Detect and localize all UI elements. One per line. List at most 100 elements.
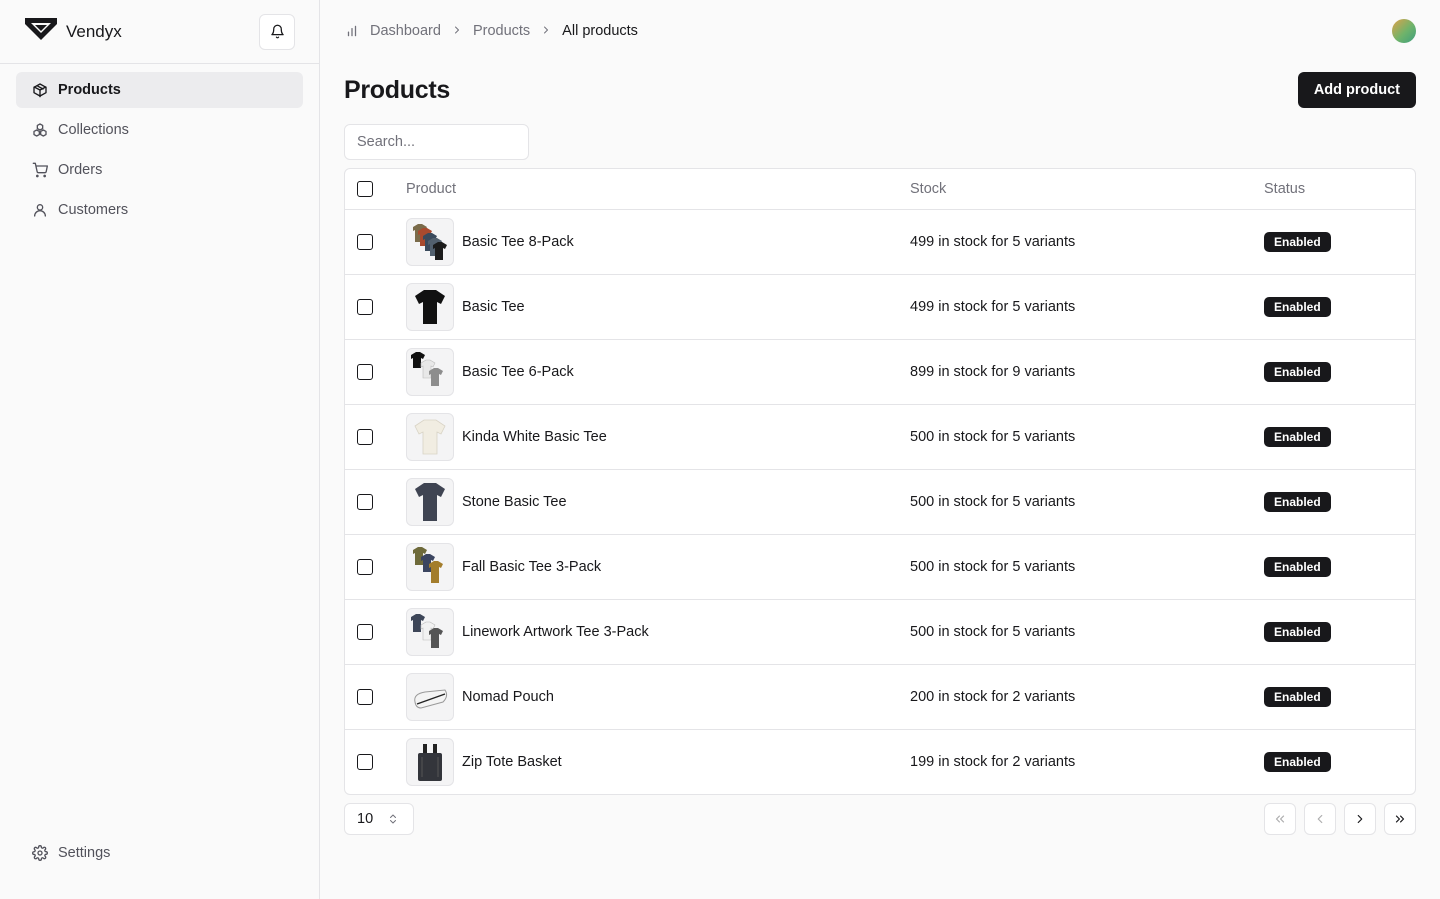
sidebar-item-label: Customers	[58, 202, 129, 218]
product-cell: Basic Tee 6-Pack	[406, 339, 910, 405]
stock-cell: 499 in stock for 5 variants	[910, 274, 1264, 340]
product-name[interactable]: Basic Tee 8-Pack	[462, 234, 574, 250]
status-cell: Enabled	[1264, 664, 1415, 730]
previous-page-button[interactable]	[1304, 803, 1336, 835]
pagination	[1264, 803, 1416, 835]
table-row[interactable]: Basic Tee 499 in stock for 5 variants En…	[345, 274, 1415, 340]
table-row[interactable]: Fall Basic Tee 3-Pack 500 in stock for 5…	[345, 534, 1415, 600]
search-input[interactable]	[344, 124, 529, 160]
chevron-left-icon	[1312, 811, 1328, 827]
product-name[interactable]: Fall Basic Tee 3-Pack	[462, 559, 601, 575]
row-checkbox[interactable]	[357, 428, 373, 445]
first-page-button[interactable]	[1264, 803, 1296, 835]
status-cell: Enabled	[1264, 729, 1415, 794]
table-row[interactable]: Nomad Pouch 200 in stock for 2 variants …	[345, 664, 1415, 730]
breadcrumb-dashboard[interactable]: Dashboard	[370, 23, 441, 39]
table-row[interactable]: Linework Artwork Tee 3-Pack 500 in stock…	[345, 599, 1415, 665]
column-header-status[interactable]: Status	[1264, 169, 1415, 210]
table-row[interactable]: Stone Basic Tee 500 in stock for 5 varia…	[345, 469, 1415, 535]
add-product-button[interactable]: Add product	[1297, 72, 1416, 108]
sidebar-header: Vendyx	[0, 0, 319, 64]
collections-icon	[32, 122, 48, 138]
product-thumbnail	[406, 412, 454, 461]
product-cell: Basic Tee	[406, 274, 910, 340]
row-checkbox[interactable]	[357, 753, 373, 770]
stock-cell: 500 in stock for 5 variants	[910, 534, 1264, 600]
product-name[interactable]: Stone Basic Tee	[462, 494, 567, 510]
app-name: Vendyx	[66, 21, 122, 41]
cart-icon	[32, 162, 48, 178]
product-cell: Linework Artwork Tee 3-Pack	[406, 599, 910, 665]
row-checkbox[interactable]	[357, 558, 373, 575]
product-name[interactable]: Zip Tote Basket	[462, 754, 562, 770]
product-name[interactable]: Kinda White Basic Tee	[462, 429, 607, 445]
product-name[interactable]: Nomad Pouch	[462, 689, 554, 705]
next-page-button[interactable]	[1344, 803, 1376, 835]
brand[interactable]: Vendyx	[24, 17, 122, 46]
row-check-cell	[345, 664, 406, 730]
status-badge: Enabled	[1264, 296, 1331, 317]
sidebar-item-products[interactable]: Products	[16, 72, 303, 108]
row-check-cell	[345, 339, 406, 405]
status-badge: Enabled	[1264, 751, 1331, 772]
row-check-cell	[345, 599, 406, 665]
product-thumbnail	[406, 347, 454, 396]
sidebar-item-collections[interactable]: Collections	[16, 112, 303, 148]
gear-icon	[32, 845, 48, 861]
avatar[interactable]	[1392, 19, 1416, 43]
breadcrumb: Dashboard Products All products	[344, 23, 638, 39]
sidebar-item-customers[interactable]: Customers	[16, 192, 303, 228]
chevrons-up-down-icon	[385, 811, 401, 827]
table-row[interactable]: Basic Tee 8-Pack 499 in stock for 5 vari…	[345, 209, 1415, 275]
product-name[interactable]: Basic Tee	[462, 299, 525, 315]
column-header-stock[interactable]: Stock	[910, 169, 1264, 210]
vendyx-logo-icon	[24, 17, 58, 46]
row-check-cell	[345, 729, 406, 794]
table-row[interactable]: Basic Tee 6-Pack 899 in stock for 9 vari…	[345, 339, 1415, 405]
sidebar: Vendyx Products Collections Orders Custo…	[0, 0, 320, 899]
page-size-select[interactable]: 10	[344, 803, 414, 835]
breadcrumb-current: All products	[562, 23, 638, 39]
sidebar-nav: Products Collections Orders Customers	[0, 64, 319, 240]
product-cell: Fall Basic Tee 3-Pack	[406, 534, 910, 600]
notifications-button[interactable]	[259, 13, 295, 50]
sidebar-item-label: Collections	[58, 122, 129, 138]
table-header-row: Product Stock Status	[345, 169, 1415, 210]
chevrons-left-icon	[1272, 811, 1288, 827]
product-name[interactable]: Linework Artwork Tee 3-Pack	[462, 624, 649, 640]
column-header-product[interactable]: Product	[406, 169, 910, 210]
stock-cell: 500 in stock for 5 variants	[910, 599, 1264, 665]
row-checkbox[interactable]	[357, 233, 373, 250]
status-cell: Enabled	[1264, 339, 1415, 405]
row-checkbox[interactable]	[357, 623, 373, 640]
status-cell: Enabled	[1264, 534, 1415, 600]
sidebar-item-orders[interactable]: Orders	[16, 152, 303, 188]
select-all-checkbox[interactable]	[357, 180, 373, 197]
product-name[interactable]: Basic Tee 6-Pack	[462, 364, 574, 380]
status-badge: Enabled	[1264, 361, 1331, 382]
breadcrumb-products[interactable]: Products	[473, 23, 530, 39]
select-all-cell	[345, 169, 406, 210]
row-checkbox[interactable]	[357, 493, 373, 510]
table-row[interactable]: Kinda White Basic Tee 500 in stock for 5…	[345, 404, 1415, 470]
status-cell: Enabled	[1264, 469, 1415, 535]
package-icon	[32, 82, 48, 98]
page-title: Products	[344, 75, 450, 104]
row-checkbox[interactable]	[357, 363, 373, 380]
row-check-cell	[345, 469, 406, 535]
main-content: Dashboard Products All products Products…	[320, 0, 1440, 899]
sidebar-item-label: Settings	[58, 845, 111, 861]
stock-cell: 500 in stock for 5 variants	[910, 469, 1264, 535]
status-badge: Enabled	[1264, 491, 1331, 512]
status-badge: Enabled	[1264, 686, 1331, 707]
last-page-button[interactable]	[1384, 803, 1416, 835]
topbar: Dashboard Products All products	[344, 0, 1416, 62]
sidebar-item-label: Products	[58, 82, 121, 98]
sidebar-item-settings[interactable]: Settings	[16, 835, 303, 871]
row-checkbox[interactable]	[357, 688, 373, 705]
page-size-value: 10	[357, 811, 374, 827]
table-row[interactable]: Zip Tote Basket 199 in stock for 2 varia…	[345, 729, 1415, 794]
product-cell: Kinda White Basic Tee	[406, 404, 910, 470]
sidebar-footer: Settings	[16, 835, 303, 875]
row-checkbox[interactable]	[357, 298, 373, 315]
